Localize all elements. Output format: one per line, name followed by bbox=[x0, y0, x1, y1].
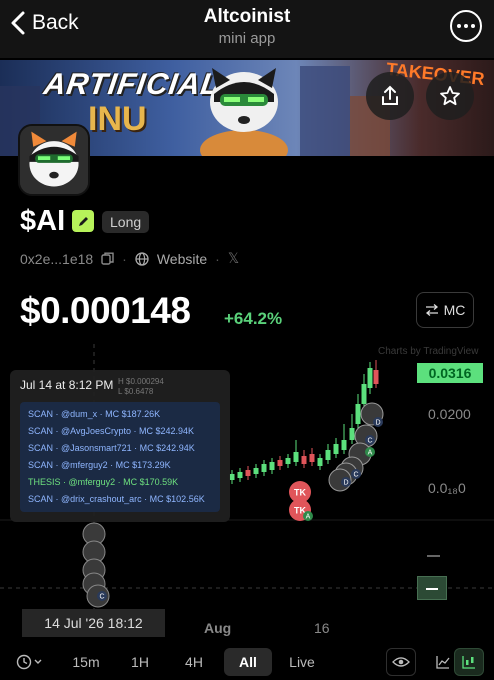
candle-body bbox=[237, 472, 243, 478]
globe-icon bbox=[135, 251, 149, 266]
candle-body bbox=[285, 458, 291, 464]
price-change: +64.2% bbox=[224, 309, 283, 328]
timeframe-clock-button[interactable] bbox=[14, 648, 44, 676]
token-ticker: $AI bbox=[20, 205, 66, 237]
candle-body bbox=[317, 458, 323, 466]
call-row[interactable]: SCAN · @mferguy2 · MC $173.29K bbox=[28, 457, 212, 474]
call-type-letter: D bbox=[375, 420, 380, 427]
candle-body bbox=[325, 450, 331, 460]
mc-toggle-button[interactable]: MC bbox=[416, 292, 474, 328]
candle-body bbox=[253, 468, 259, 474]
token-price: $0.000148 bbox=[20, 290, 191, 331]
candle-body bbox=[269, 462, 275, 470]
title-block: Altcoinist mini app bbox=[0, 6, 494, 47]
candle-body bbox=[293, 452, 299, 462]
chart-tooltip: Jul 14 at 8:12 PM H $0.000294 L $0.6478 … bbox=[10, 370, 230, 522]
candle-body bbox=[367, 368, 373, 388]
candle-body bbox=[301, 456, 307, 464]
call-type-letter: A bbox=[368, 450, 373, 457]
copy-icon[interactable] bbox=[101, 252, 114, 265]
website-link[interactable]: Website bbox=[157, 251, 207, 267]
y-axis-tick: 0.0200 bbox=[428, 406, 471, 422]
more-options-button[interactable] bbox=[450, 10, 482, 42]
visibility-toggle-button[interactable] bbox=[386, 648, 416, 676]
tk-bubble-label: TK bbox=[294, 488, 306, 498]
x-axis-tick: Aug bbox=[204, 620, 232, 636]
call-type-letter: C bbox=[367, 438, 372, 445]
call-row[interactable]: SCAN · @Jasonsmart721 · MC $242.94K bbox=[28, 440, 212, 457]
contract-address: 0x2e...1e18 bbox=[20, 250, 94, 267]
mc-label: MC bbox=[443, 302, 466, 318]
token-avatar bbox=[18, 124, 90, 196]
candle-body bbox=[245, 470, 251, 476]
dot-icon bbox=[464, 24, 468, 28]
app-title: Altcoinist bbox=[203, 6, 291, 27]
tooltip-high: H $0.000294 bbox=[118, 377, 164, 386]
position-badge: Long bbox=[102, 211, 150, 233]
call-row[interactable]: SCAN · @dum_x · MC $187.26K bbox=[28, 406, 212, 423]
current-price-tag: 0.0316 bbox=[417, 363, 483, 383]
edit-badge[interactable] bbox=[72, 210, 94, 232]
pencil-icon bbox=[78, 216, 88, 226]
timeframe-4h[interactable]: 4H bbox=[178, 648, 210, 676]
star-icon bbox=[440, 86, 460, 106]
call-type-letter: C bbox=[99, 594, 104, 601]
eye-icon bbox=[392, 657, 410, 667]
crosshair-date-tag: 14 Jul '26 18:12 bbox=[22, 609, 165, 637]
candle-body bbox=[355, 404, 361, 424]
call-row[interactable]: SCAN · @AvgJoesCrypto · MC $242.94K bbox=[28, 423, 212, 440]
timeframe-all[interactable]: All bbox=[224, 648, 272, 676]
x-axis-tick: 16 bbox=[314, 620, 330, 636]
banner-mascot-image bbox=[200, 68, 288, 156]
swap-arrows-icon bbox=[425, 304, 438, 316]
separator-dot: · bbox=[215, 250, 220, 267]
candle-body bbox=[349, 428, 355, 440]
candle-body bbox=[373, 370, 379, 384]
app-subtitle: mini app bbox=[218, 30, 276, 47]
top-bar: Back Altcoinist mini app bbox=[0, 0, 494, 58]
banner-building bbox=[300, 66, 350, 156]
call-type-letter: C bbox=[353, 472, 358, 479]
y-axis-tick: 0.0₁₈0 bbox=[428, 480, 466, 496]
dot-icon bbox=[471, 24, 475, 28]
address-row: 0x2e...1e18 · Website · 𝕏 bbox=[20, 250, 239, 267]
line-chart-icon bbox=[436, 656, 450, 669]
price-scale-handle[interactable] bbox=[417, 576, 447, 600]
candle-body bbox=[361, 384, 367, 404]
timeframe-15m[interactable]: 15m bbox=[66, 648, 106, 676]
candle-body bbox=[309, 454, 315, 462]
separator-dot: · bbox=[122, 250, 127, 267]
tradingview-credit: Charts by TradingView bbox=[378, 346, 479, 357]
dog-logo-icon bbox=[20, 126, 88, 194]
candle-chart-button[interactable] bbox=[454, 648, 484, 676]
candle-body bbox=[229, 474, 235, 480]
candle-body bbox=[333, 444, 339, 454]
share-icon bbox=[382, 85, 398, 105]
dot-icon bbox=[457, 24, 461, 28]
tooltip-low: L $0.6478 bbox=[118, 387, 154, 396]
call-type-letter: A bbox=[306, 514, 311, 521]
timeframe-1h[interactable]: 1H bbox=[124, 648, 156, 676]
candle-body bbox=[261, 464, 267, 472]
thesis-row[interactable]: THESIS · @mferguy2 · MC $170.59K bbox=[28, 474, 212, 491]
tooltip-high-low: H $0.000294 L $0.6478 bbox=[118, 377, 164, 397]
x-link-icon[interactable]: 𝕏 bbox=[228, 250, 239, 267]
banner-logo-line2: INU bbox=[88, 100, 147, 138]
candle-body bbox=[277, 460, 283, 466]
clock-icon bbox=[16, 654, 42, 670]
call-row[interactable]: SCAN · @drix_crashout_arc · MC $102.56K bbox=[28, 491, 212, 508]
call-type-letter: D bbox=[343, 480, 348, 487]
candlestick-icon bbox=[462, 656, 475, 669]
favorite-button[interactable] bbox=[426, 72, 474, 120]
tooltip-time: Jul 14 at 8:12 PM bbox=[20, 378, 114, 392]
timeframe-live[interactable]: Live bbox=[284, 648, 320, 676]
tooltip-calls-list: SCAN · @dum_x · MC $187.26K SCAN · @AvgJ… bbox=[20, 402, 220, 512]
share-button[interactable] bbox=[366, 72, 414, 120]
candle-body bbox=[341, 440, 347, 450]
